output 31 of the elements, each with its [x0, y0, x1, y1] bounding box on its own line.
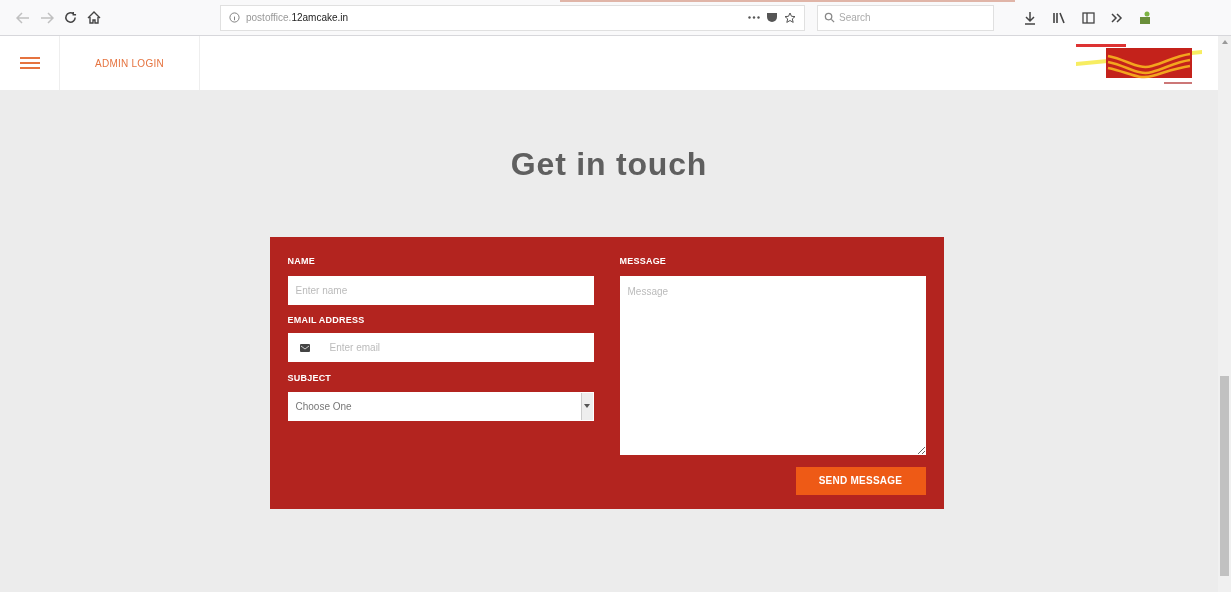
email-field[interactable]: Enter email: [287, 333, 594, 362]
star-icon[interactable]: [784, 11, 796, 24]
send-message-button[interactable]: SEND MESSAGE: [795, 466, 926, 495]
admin-login-link[interactable]: ADMIN LOGIN: [60, 36, 200, 90]
pocket-icon[interactable]: [766, 12, 778, 23]
search-input[interactable]: Search: [839, 10, 987, 25]
email-label: EMAIL ADDRESS: [287, 313, 366, 327]
scrollbar-thumb[interactable]: [1220, 376, 1229, 576]
name-label: NAME: [287, 255, 316, 268]
menu-icon: [19, 57, 40, 69]
message-field[interactable]: Message: [619, 275, 926, 455]
download-icon[interactable]: [1024, 10, 1036, 25]
library-icon[interactable]: [1052, 11, 1066, 24]
search-field[interactable]: Search: [817, 4, 994, 31]
email-input[interactable]: Enter email: [329, 340, 594, 355]
sidebar-icon[interactable]: [1082, 11, 1095, 24]
message-label: MESSAGE: [619, 255, 668, 268]
envelope-icon: [299, 343, 310, 352]
more-icon[interactable]: [748, 16, 760, 19]
dropdown-caret-icon: [584, 404, 590, 408]
subject-dropdown[interactable]: Choose One: [287, 391, 594, 421]
info-icon[interactable]: [229, 12, 240, 23]
url-text: postoffice.12amcake.in: [246, 11, 349, 25]
home-icon[interactable]: [87, 11, 101, 24]
search-icon: [824, 12, 835, 23]
page-heading: Get in touch: [510, 145, 708, 184]
address-bar[interactable]: postoffice.12amcake.in: [220, 4, 805, 31]
subject-label: SUBJECT: [287, 372, 333, 385]
reload-icon[interactable]: [64, 11, 77, 24]
name-field[interactable]: Enter name: [287, 275, 594, 305]
overflow-icon[interactable]: [1111, 12, 1123, 23]
